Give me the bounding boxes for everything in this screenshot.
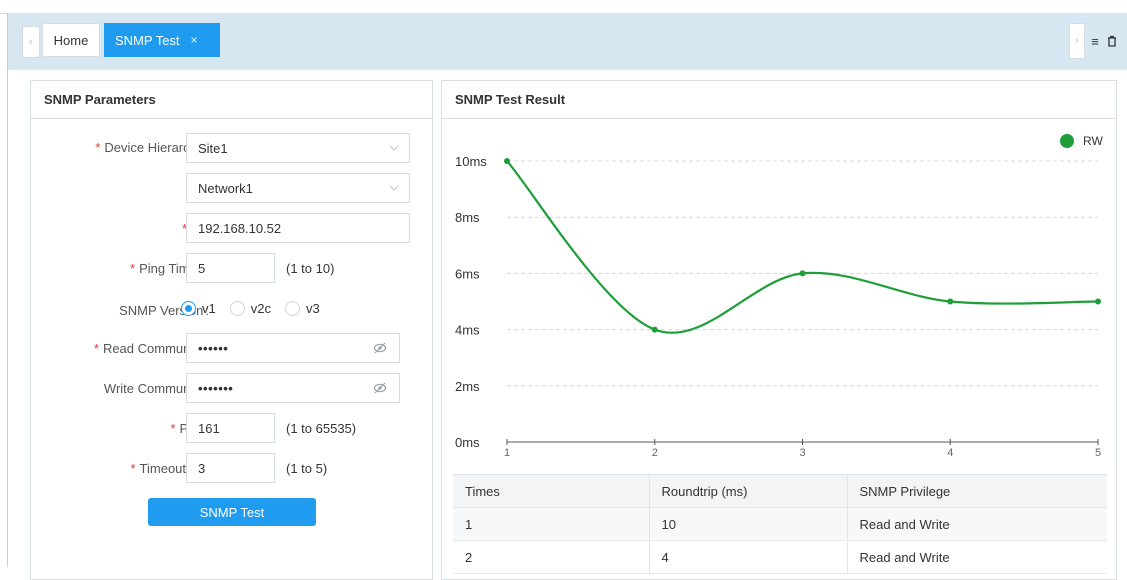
column-header-roundtrip: Roundtrip (ms) (648, 474, 847, 508)
timeout-label: * Timeout [s] : (31, 453, 209, 483)
tab-bar: ‹ Home SNMP Test × › ≡ (8, 14, 1127, 70)
eye-off-icon[interactable] (373, 342, 387, 354)
port-value: 161 (198, 420, 220, 436)
site-select[interactable]: Site1 (186, 133, 410, 163)
results-table: Times Roundtrip (ms) SNMP Privilege 1 10… (453, 474, 1107, 574)
snmp-test-result-title: SNMP Test Result (442, 81, 1116, 119)
ping-times-input[interactable]: 5 (186, 253, 275, 283)
write-community-input[interactable]: ••••••• (186, 373, 400, 403)
ping-times-value: 5 (198, 260, 206, 276)
device-hierarchy-label: * Device Hierarchy : (31, 132, 209, 162)
table-cell: 4 (648, 540, 847, 574)
radio-v3-label: v3 (305, 300, 320, 316)
snmp-test-button[interactable]: SNMP Test (148, 498, 316, 526)
x-tick-label: 5 (1095, 447, 1101, 459)
menu-icon: ≡ (1091, 33, 1099, 49)
port-input[interactable]: 161 (186, 413, 275, 443)
port-label: * Port : (31, 413, 209, 443)
x-tick-label: 1 (504, 447, 510, 459)
roundtrip-chart: 0ms 2ms 4ms 6ms 8ms 10ms 1 2 3 4 5 RW (455, 134, 1103, 459)
table-row: 1 10 Read and Write (453, 507, 1107, 541)
table-cell: Read and Write (846, 507, 1107, 541)
chevron-right-icon: › (1075, 35, 1079, 47)
required-mark: * (170, 420, 176, 436)
ping-times-hint: (1 to 10) (286, 260, 335, 276)
read-community-input[interactable]: •••••• (186, 333, 400, 363)
window-top-border (0, 0, 1127, 14)
required-mark: * (93, 340, 99, 356)
table-row: 2 4 Read and Write (453, 540, 1107, 574)
table-cell: 10 (648, 507, 847, 541)
close-icon[interactable]: × (191, 33, 198, 47)
y-tick-label: 10ms (455, 154, 487, 169)
radio-v2c[interactable] (229, 300, 245, 316)
network-select-value: Network1 (198, 180, 253, 196)
data-point (651, 326, 658, 333)
radio-v3[interactable] (284, 300, 300, 316)
menu-button[interactable]: ≡ (1088, 23, 1102, 59)
tab-scroll-right-button[interactable]: › (1069, 23, 1085, 59)
tab-home-label: Home (53, 32, 89, 48)
window-left-border (7, 13, 8, 567)
close-all-button[interactable] (1104, 23, 1120, 59)
y-tick-label: 0ms (455, 435, 480, 450)
write-community-value: ••••••• (198, 380, 234, 396)
table-cell: Read and Write (846, 540, 1107, 574)
table-cell: 1 (453, 507, 649, 541)
ip-label: * IP : (31, 213, 209, 243)
table-header-row: Times Roundtrip (ms) SNMP Privilege (453, 474, 1107, 508)
chevron-down-icon (389, 145, 399, 151)
tab-scroll-left-button[interactable]: ‹ (22, 26, 40, 58)
column-header-times: Times (453, 474, 649, 508)
timeout-hint: (1 to 5) (286, 460, 328, 476)
y-tick-label: 6ms (455, 266, 480, 281)
radio-v1[interactable] (181, 300, 196, 316)
series-line-rw (506, 160, 1099, 334)
eye-off-icon[interactable] (373, 382, 387, 394)
ping-times-label: * Ping Times : (31, 253, 209, 283)
legend-label-rw: RW (1083, 134, 1103, 148)
tab-snmp-test-label: SNMP Test (115, 32, 180, 48)
port-hint: (1 to 65535) (286, 420, 357, 436)
legend-marker-rw (1060, 134, 1074, 148)
snmp-parameters-title: SNMP Parameters (31, 81, 432, 119)
table-cell: 2 (453, 540, 649, 574)
data-point (799, 270, 806, 277)
timeout-input[interactable]: 3 (186, 453, 275, 483)
column-header-privilege: SNMP Privilege (846, 474, 1107, 508)
y-tick-label: 2ms (455, 379, 480, 394)
chevron-down-icon (389, 185, 399, 191)
data-point (1095, 298, 1101, 305)
x-tick-label: 3 (799, 447, 805, 459)
ip-input[interactable]: 192.168.10.52 (186, 213, 410, 243)
tab-snmp-test[interactable]: SNMP Test × (104, 23, 220, 57)
read-community-label: * Read Community : (31, 333, 209, 363)
y-tick-label: 8ms (455, 210, 480, 225)
trash-icon (1108, 35, 1116, 47)
write-community-label: Write Community : (31, 373, 209, 403)
required-mark: * (130, 460, 136, 476)
read-community-value: •••••• (198, 340, 229, 356)
timeout-value: 3 (198, 460, 206, 476)
x-tick-label: 4 (947, 447, 953, 459)
required-mark: * (95, 139, 101, 155)
chevron-left-icon: ‹ (29, 36, 33, 48)
radio-v1-label: v1 (202, 300, 216, 316)
ip-input-value: 192.168.10.52 (198, 220, 282, 236)
x-tick-label: 2 (652, 447, 658, 459)
radio-v2c-label: v2c (250, 300, 271, 316)
y-tick-label: 4ms (455, 323, 480, 338)
data-point (504, 158, 510, 164)
data-point (947, 298, 954, 305)
tab-home[interactable]: Home (42, 23, 100, 57)
network-select[interactable]: Network1 (186, 173, 410, 203)
site-select-value: Site1 (198, 140, 228, 156)
snmp-version-radio-group: v1 v2c v3 (181, 295, 334, 321)
required-mark: * (130, 260, 136, 276)
